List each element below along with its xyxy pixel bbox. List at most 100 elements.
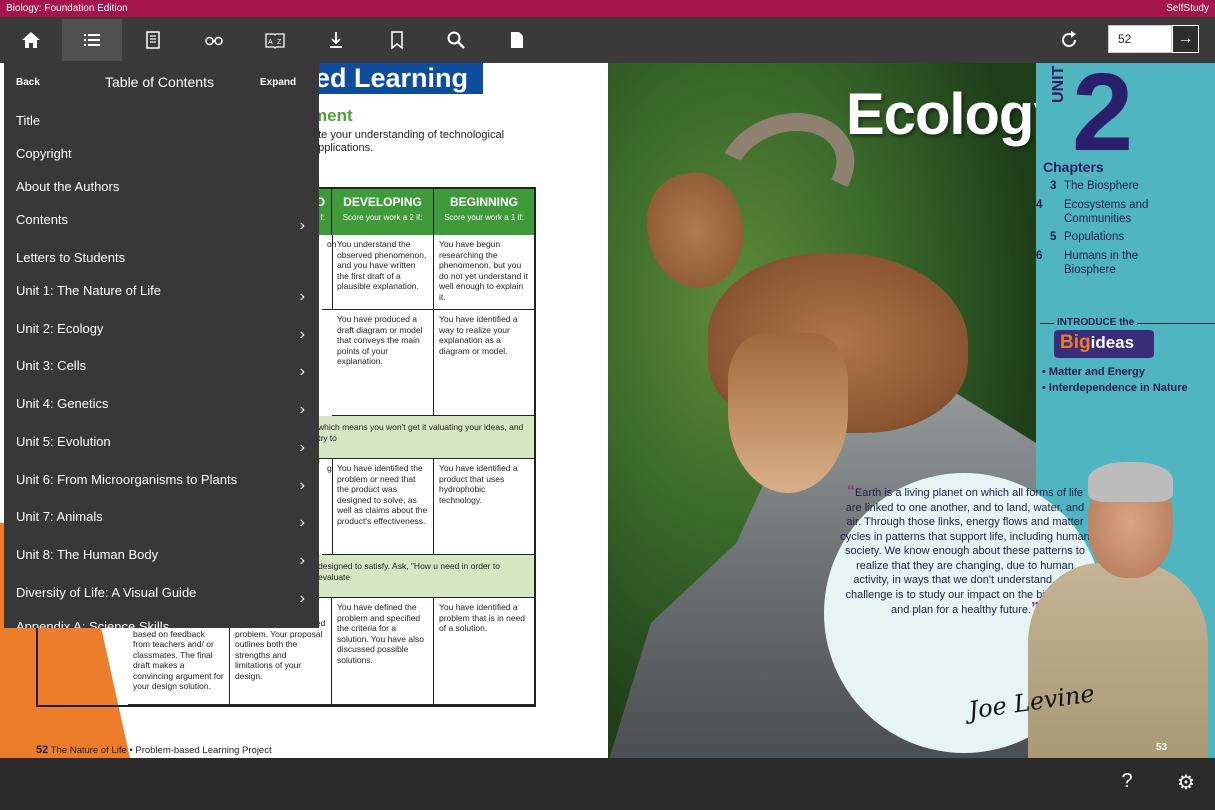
toc-item-label: Diversity of Life: A Visual Guide: [16, 585, 197, 600]
toc-expand-button[interactable]: Expand: [260, 77, 296, 88]
rubric-header-sub: Score your work a 1 if:: [444, 213, 524, 222]
title-bar: Biology: Foundation Edition SelfStudy: [0, 0, 1215, 17]
toolbar: AZ 52 →: [0, 17, 1215, 63]
bookmark-button[interactable]: [367, 19, 427, 61]
bottom-bar: ? ⚙: [0, 758, 1215, 810]
settings-button[interactable]: ⚙: [1174, 770, 1198, 795]
toc-item[interactable]: Unit 4: Genetics ›: [4, 394, 319, 426]
rubric-cell: You have identified a product that uses …: [434, 459, 534, 555]
toc-item[interactable]: Copyright: [4, 144, 319, 176]
toc-item-label: About the Authors: [16, 179, 120, 194]
rubric-header-title: DEVELOPING: [343, 195, 422, 209]
glasses-icon: [205, 36, 223, 46]
rubric-cell: You have produced a draft diagram or mod…: [332, 310, 434, 416]
go-to-page-button[interactable]: →: [1172, 25, 1199, 53]
toc-item[interactable]: Letters to Students: [4, 248, 319, 280]
chevron-right-icon: ›: [299, 477, 305, 494]
window-title: Biology: Foundation Edition: [6, 3, 128, 14]
toc-item[interactable]: Unit 5: Evolution ›: [4, 432, 319, 464]
chevron-right-icon: ›: [299, 217, 305, 234]
right-page-number: 53: [1156, 742, 1168, 753]
toc-item-label: Unit 4: Genetics: [16, 396, 109, 411]
chapter-name: Ecosystems and Communities: [1064, 199, 1149, 225]
refresh-icon: [1062, 31, 1076, 47]
chapter-name: Humans in the Biosphere: [1064, 250, 1139, 276]
table-of-contents-panel: Back Table of Contents Expand Title Copyr…: [4, 63, 319, 628]
big-idea-text: Matter and Energy: [1048, 366, 1145, 378]
toc-item[interactable]: Unit 7: Animals ›: [4, 507, 319, 539]
search-button[interactable]: [426, 19, 486, 61]
chevron-right-icon: ›: [299, 590, 305, 607]
toc-item[interactable]: Unit 2: Ecology ›: [4, 319, 319, 351]
left-page-number: 52: [36, 744, 49, 756]
rubric-cell: You have identified a way to realize you…: [434, 310, 534, 416]
rubric-cell: You have identified the problem or need …: [332, 459, 434, 555]
chapter-name: Populations: [1064, 231, 1125, 243]
introduce-label: INTRODUCE the: [1054, 317, 1138, 328]
toc-title: Table of Contents: [105, 74, 214, 90]
toc-item[interactable]: Diversity of Life: A Visual Guide ›: [4, 583, 319, 615]
document-icon: [511, 32, 523, 48]
chapter-number: 4: [1036, 199, 1043, 211]
left-page-footer: 52 The Nature of Life • Problem-based Le…: [36, 744, 272, 756]
big-idea-text: Interdependence in Nature: [1048, 382, 1188, 394]
toc-item-label: Unit 8: The Human Body: [16, 547, 159, 562]
download-icon: [330, 32, 342, 48]
svg-text:Z: Z: [277, 39, 282, 46]
toc-item[interactable]: Unit 8: The Human Body ›: [4, 545, 319, 577]
download-button[interactable]: [306, 19, 366, 61]
toc-item-label: Appendix A: Science Skills: [16, 619, 170, 628]
toc-item-label: Unit 3: Cells: [16, 358, 87, 373]
toc-item-label: Unit 1: The Nature of Life: [16, 283, 162, 298]
toc-item[interactable]: Contents ›: [4, 210, 319, 242]
chapter-number: 3: [1050, 180, 1057, 192]
chevron-right-icon: ›: [299, 288, 305, 305]
toc-item[interactable]: About the Authors: [4, 177, 319, 209]
home-button[interactable]: [1, 19, 61, 61]
toc-item-label: Unit 6: From Microorganisms to Plants: [16, 472, 238, 487]
chapter-name: The Biosphere: [1064, 180, 1139, 192]
right-page: Ecology 2 UNIT Chapters 3 The Biosphere 4…: [608, 63, 1215, 758]
table-of-contents-button[interactable]: [62, 19, 122, 61]
dictionary-button[interactable]: AZ: [245, 19, 305, 61]
chevron-right-icon: ›: [299, 401, 305, 418]
reading-view-button[interactable]: [184, 19, 244, 61]
unit-title: Ecology: [846, 82, 1066, 147]
home-icon: [22, 32, 40, 48]
open-quote-mark: “: [846, 483, 855, 500]
chevron-right-icon: ›: [299, 552, 305, 569]
toc-item[interactable]: Title: [4, 111, 319, 143]
toc-item[interactable]: Appendix A: Science Skills ›: [4, 617, 319, 628]
help-button[interactable]: ?: [1117, 770, 1137, 793]
author-body-image: [1028, 563, 1208, 758]
page-button[interactable]: [487, 19, 547, 61]
chevron-right-icon: ›: [299, 439, 305, 456]
page-number-input[interactable]: 52: [1108, 25, 1172, 53]
notes-button[interactable]: [123, 19, 183, 61]
rubric-cell: You have defined the problem and specifi…: [332, 598, 434, 705]
chapter-item: 3 The Biosphere: [1050, 179, 1139, 193]
toc-item-label: Contents: [16, 212, 69, 227]
rubric-cell: You have begun researching the phenomeno…: [434, 235, 534, 310]
toc-item-label: Unit 7: Animals: [16, 509, 103, 524]
toc-item[interactable]: Unit 6: From Microorganisms to Plants ›: [4, 470, 319, 502]
toc-item[interactable]: Unit 1: The Nature of Life ›: [4, 281, 319, 313]
toc-item[interactable]: Unit 3: Cells ›: [4, 356, 319, 388]
big-idea-item: • Interdependence in Nature: [1042, 382, 1188, 394]
book-dictionary-icon: AZ: [265, 33, 285, 49]
rubric-cell: You understand the observed phenomenon, …: [332, 235, 434, 310]
app-name: SelfStudy: [1166, 3, 1209, 14]
chevron-right-icon: ›: [300, 623, 305, 628]
bookmark-icon: [391, 31, 403, 50]
toc-item-label: Unit 5: Evolution: [16, 434, 111, 449]
ideas-label: ideas: [1090, 333, 1135, 352]
goat-beard-image: [728, 333, 848, 493]
toc-back-button[interactable]: Back: [16, 77, 40, 88]
big-label: Big: [1060, 332, 1091, 353]
author-hair-image: [1088, 462, 1173, 502]
left-page-intro: ate your understanding of technological …: [312, 129, 505, 154]
toc-header: Back Table of Contents Expand: [4, 63, 319, 101]
refresh-button[interactable]: [1053, 19, 1085, 61]
rubric-cell: You have identified a problem that is in…: [434, 598, 534, 705]
toc-item-label: Copyright: [16, 146, 72, 161]
